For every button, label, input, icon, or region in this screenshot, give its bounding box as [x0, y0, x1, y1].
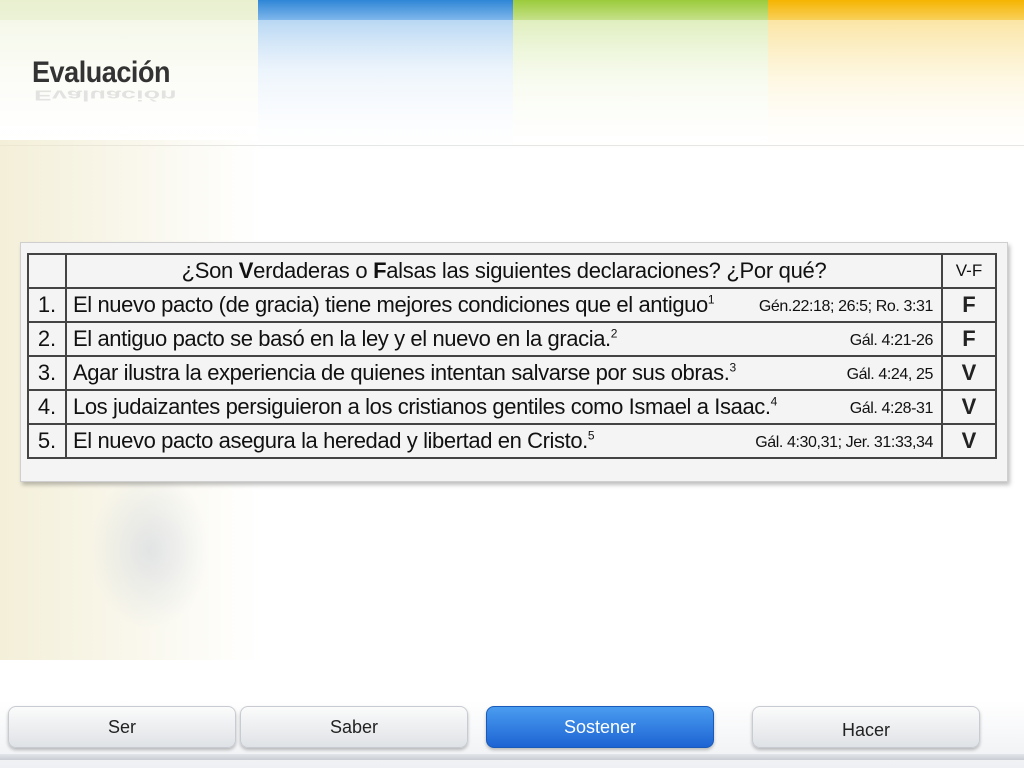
page-title-reflection: Evaluación [34, 87, 177, 104]
row-number: 5. [27, 423, 67, 459]
tab-hacer[interactable]: Hacer [752, 706, 980, 748]
row-answer: F [962, 326, 976, 351]
table-row: 2. El antiguo pacto se basó en la ley y … [27, 321, 997, 357]
table-row: 4. Los judaizantes persiguieron a los cr… [27, 389, 997, 425]
row-number: 3. [27, 355, 67, 391]
row-statement: El nuevo pacto (de gracia) tiene mejores… [65, 287, 943, 323]
table-row: 1. El nuevo pacto (de gracia) tiene mejo… [27, 287, 997, 323]
row-statement: Los judaizantes persiguieron a los crist… [65, 389, 943, 425]
row-statement: Agar ilustra la experiencia de quienes i… [65, 355, 943, 391]
evaluation-table: ¿Son Verdaderas o Falsas las siguientes … [27, 253, 997, 459]
row-answer: F [962, 292, 976, 317]
tab-ser[interactable]: Ser [8, 706, 236, 748]
background-figure [90, 470, 210, 630]
table-header-row: ¿Son Verdaderas o Falsas las siguientes … [27, 253, 997, 289]
row-answer-cell: V [941, 389, 997, 425]
row-reference: Gál. 4:30,31; Jer. 31:33,34 [755, 434, 933, 451]
row-answer-cell: V [941, 423, 997, 459]
evaluation-table-panel: ¿Son Verdaderas o Falsas las siguientes … [20, 242, 1008, 482]
row-answer: V [961, 394, 977, 419]
header-number-cell [27, 253, 67, 289]
row-reference: Gál. 4:24, 25 [846, 366, 934, 383]
row-answer-cell: V [941, 355, 997, 391]
header-vf: V-F [941, 253, 997, 289]
page-title: Evaluación [32, 56, 171, 89]
row-number: 2. [27, 321, 67, 357]
table-row: 3. Agar ilustra la experiencia de quiene… [27, 355, 997, 391]
table-row: 5. El nuevo pacto asegura la heredad y l… [27, 423, 997, 459]
row-number: 1. [27, 287, 67, 323]
row-number: 4. [27, 389, 67, 425]
row-answer: V [961, 428, 977, 453]
row-statement: El nuevo pacto asegura la heredad y libe… [65, 423, 943, 459]
row-answer: V [961, 360, 977, 385]
row-answer-cell: F [941, 287, 997, 323]
bottom-divider [0, 754, 1024, 760]
row-reference: Gén.22:18; 26:5; Ro. 3:31 [758, 298, 934, 315]
tab-saber[interactable]: Saber [240, 706, 468, 748]
row-statement: El antiguo pacto se basó en la ley y el … [65, 321, 943, 357]
row-reference: Gál. 4:28-31 [849, 400, 934, 417]
row-answer-cell: F [941, 321, 997, 357]
row-reference: Gál. 4:21-26 [849, 332, 934, 349]
tab-sostener[interactable]: Sostener [486, 706, 714, 748]
header-question: ¿Son Verdaderas o Falsas las siguientes … [65, 253, 943, 289]
